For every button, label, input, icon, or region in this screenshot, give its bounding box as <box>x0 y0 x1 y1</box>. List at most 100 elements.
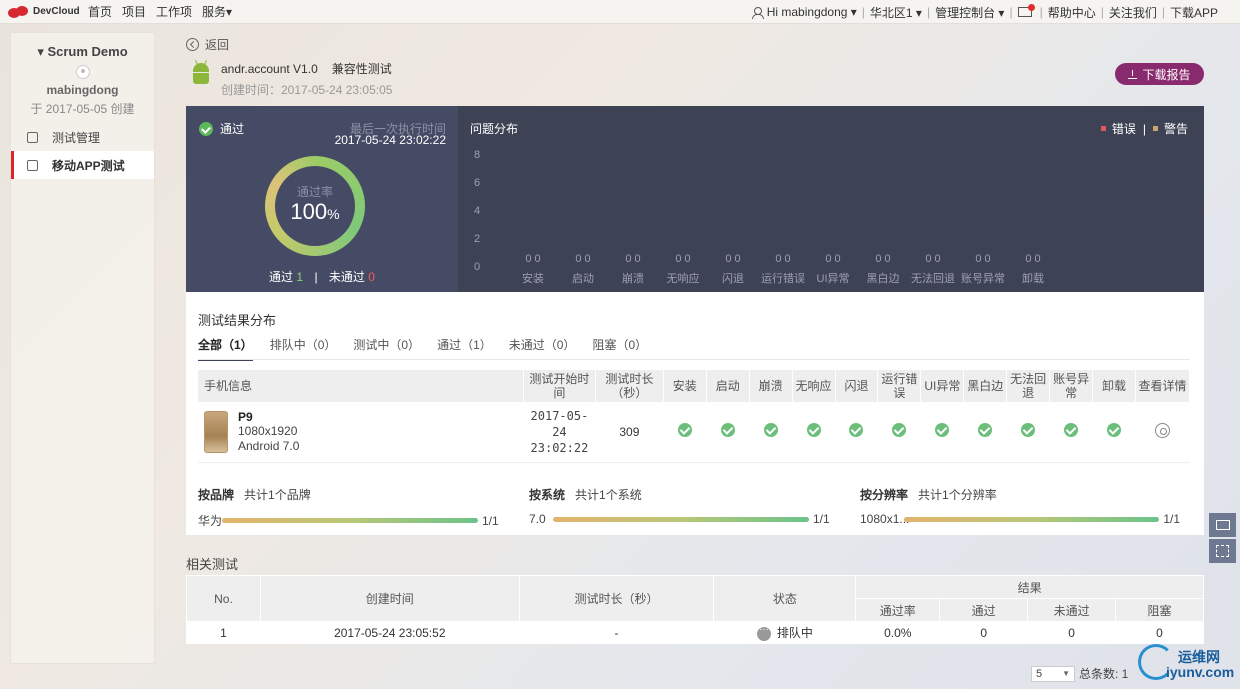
brand-name: DevCloud <box>33 6 80 17</box>
col-no-back: 无法回退 <box>1006 370 1051 402</box>
brand-summary: 按品牌 共计1个品牌 华为 1/1 <box>198 488 499 528</box>
legend-warning: 警告 <box>1163 122 1188 136</box>
col-run-error: 运行错误 <box>877 370 922 402</box>
view-details-icon[interactable] <box>1154 422 1170 438</box>
col-created: 创建时间 <box>259 575 520 622</box>
nav-services[interactable]: 服务▾ <box>202 3 232 20</box>
run-error-pass-icon <box>892 423 907 438</box>
follow-us-link[interactable]: 关注我们 <box>1109 4 1157 21</box>
mail-icon <box>1215 520 1230 530</box>
top-nav: 首页 项目 工作项 服务▾ <box>88 3 242 20</box>
y-tick-label: 4 <box>474 205 481 217</box>
back-label: 返回 <box>205 38 230 52</box>
related-tests-title: 相关测试 <box>186 557 239 572</box>
col-uninstall: 卸载 <box>1092 370 1136 402</box>
resolution-summary: 按分辨率 共计1个分辨率 1080x1... 1/1 <box>860 488 1180 526</box>
sidebar-item-label: 测试管理 <box>52 130 101 145</box>
pass-rate-label: 通过率 <box>296 185 333 199</box>
page-size-select[interactable]: 5 ▼ <box>1031 665 1075 682</box>
chevron-down-icon: ▼ <box>1062 669 1070 678</box>
col-test-duration: 测试时长（秒） <box>518 575 715 622</box>
download-icon <box>1128 69 1138 79</box>
table-row[interactable]: 1 2017-05-24 23:05:52 - 排队中 0.0% 0 0 0 <box>187 622 1204 644</box>
bar-value-label: 0 0 <box>1025 253 1041 265</box>
col-anr: 无响应 <box>792 370 836 402</box>
tab-failed[interactable]: 未通过（0） <box>509 336 576 361</box>
project-selector[interactable]: ▾ Scrum Demo <box>11 44 154 60</box>
brand-value: 1/1 <box>482 513 499 528</box>
col-failed: 未通过 <box>1027 598 1117 622</box>
test-management-icon <box>27 131 38 143</box>
col-no: No. <box>186 575 261 622</box>
brand-progress-bar <box>222 518 478 523</box>
legend-error: 错误 <box>1111 122 1136 136</box>
device-os: Android 7.0 <box>238 438 300 453</box>
app-name: andr.account V1.0 <box>221 62 318 76</box>
col-passed: 通过 <box>939 598 1029 622</box>
pass-rate-ring: 通过率 100% <box>265 156 365 256</box>
user-menu[interactable]: Hi mabingdong ▾ <box>767 5 857 19</box>
system-value: 1/1 <box>813 512 830 526</box>
nav-projects[interactable]: 项目 <box>122 3 146 20</box>
stats-panel: 通过 最后一次执行时间 2017-05-24 23:02:22 通过率 100%… <box>186 106 1204 292</box>
passed-count: 1 <box>296 270 304 284</box>
col-install: 安装 <box>663 370 707 402</box>
bar-value-label: 0 0 <box>525 253 541 265</box>
resolution-progress-bar <box>904 516 1160 522</box>
download-report-button[interactable]: 下载报告 <box>1115 63 1204 85</box>
account-error-pass-icon <box>1064 423 1079 438</box>
sidebar-item-label: 移动APP测试 <box>52 158 125 173</box>
console-menu[interactable]: 管理控制台 ▾ <box>935 4 1004 21</box>
pager: 5 ▼ 总条数: 1 <box>1031 665 1128 682</box>
related-duration: - <box>614 625 619 640</box>
y-tick-label: 0 <box>474 261 481 273</box>
system-progress-bar <box>553 516 809 522</box>
tab-all[interactable]: 全部（1） <box>198 336 253 361</box>
col-black-white: 黑白边 <box>963 370 1008 402</box>
tab-blocked[interactable]: 阻塞（0） <box>592 336 647 361</box>
float-feedback-button[interactable] <box>1209 513 1236 537</box>
bar-value-label: 0 0 <box>625 253 641 265</box>
bar-value-label: 0 0 <box>825 253 841 265</box>
col-account-error: 账号异常 <box>1049 370 1094 402</box>
crash-pass-icon <box>763 423 778 438</box>
x-tick-label: 卸载 <box>1022 273 1044 285</box>
android-icon <box>190 60 212 86</box>
status-badge: 通过 <box>199 120 244 137</box>
col-blocked: 阻塞 <box>1115 598 1204 622</box>
brand[interactable]: DevCloud <box>8 5 88 18</box>
phone-image <box>204 410 228 453</box>
duration-value: 309 <box>595 402 664 463</box>
ui-error-pass-icon <box>935 423 950 438</box>
nav-home[interactable]: 首页 <box>88 3 112 20</box>
download-app-link[interactable]: 下载APP <box>1170 4 1218 21</box>
watermark: 运维网 iyunv.com <box>1136 640 1236 685</box>
tab-queued[interactable]: 排队中（0） <box>270 336 337 361</box>
help-center-link[interactable]: 帮助中心 <box>1048 4 1096 21</box>
sidebar-item-mobile-app-test[interactable]: 移动APP测试 <box>11 151 154 179</box>
related-tests-table: No. 创建时间 测试时长（秒） 状态 结果 通过率 通过 未通过 阻塞 1 2… <box>186 575 1204 644</box>
region-select[interactable]: 华北区1 ▾ <box>870 4 922 21</box>
app-title: andr.account V1.0 兼容性测试 <box>221 60 392 77</box>
bar-value-label: 0 0 <box>925 253 941 265</box>
table-row: P9 1080x1920 Android 7.0 2017-05-24 23:0… <box>198 402 1190 463</box>
results-title: 测试结果分布 <box>198 313 277 328</box>
devcloud-logo-icon <box>8 5 30 18</box>
back-link[interactable]: 返回 <box>186 36 229 53</box>
related-failed: 0 <box>1068 625 1075 640</box>
sidebar-item-test-management[interactable]: 测试管理 <box>11 123 154 151</box>
bar-value-label: 0 0 <box>675 253 691 265</box>
start-time: 23:02:22 <box>530 440 589 455</box>
tab-testing[interactable]: 测试中（0） <box>353 336 420 361</box>
pass-summary: 通过 最后一次执行时间 2017-05-24 23:02:22 通过率 100%… <box>186 106 458 292</box>
nav-workitems[interactable]: 工作项 <box>156 3 192 20</box>
system-key: 7.0 <box>529 512 546 526</box>
tab-passed[interactable]: 通过（1） <box>437 336 492 361</box>
pass-rate-value: 100% <box>290 199 340 224</box>
float-scan-button[interactable] <box>1209 539 1236 563</box>
no-back-pass-icon <box>1021 423 1036 438</box>
anr-pass-icon <box>806 423 821 438</box>
mail-icon[interactable] <box>1017 4 1035 17</box>
y-tick-label: 8 <box>474 149 481 161</box>
col-duration: 测试时长（秒） <box>595 370 664 402</box>
